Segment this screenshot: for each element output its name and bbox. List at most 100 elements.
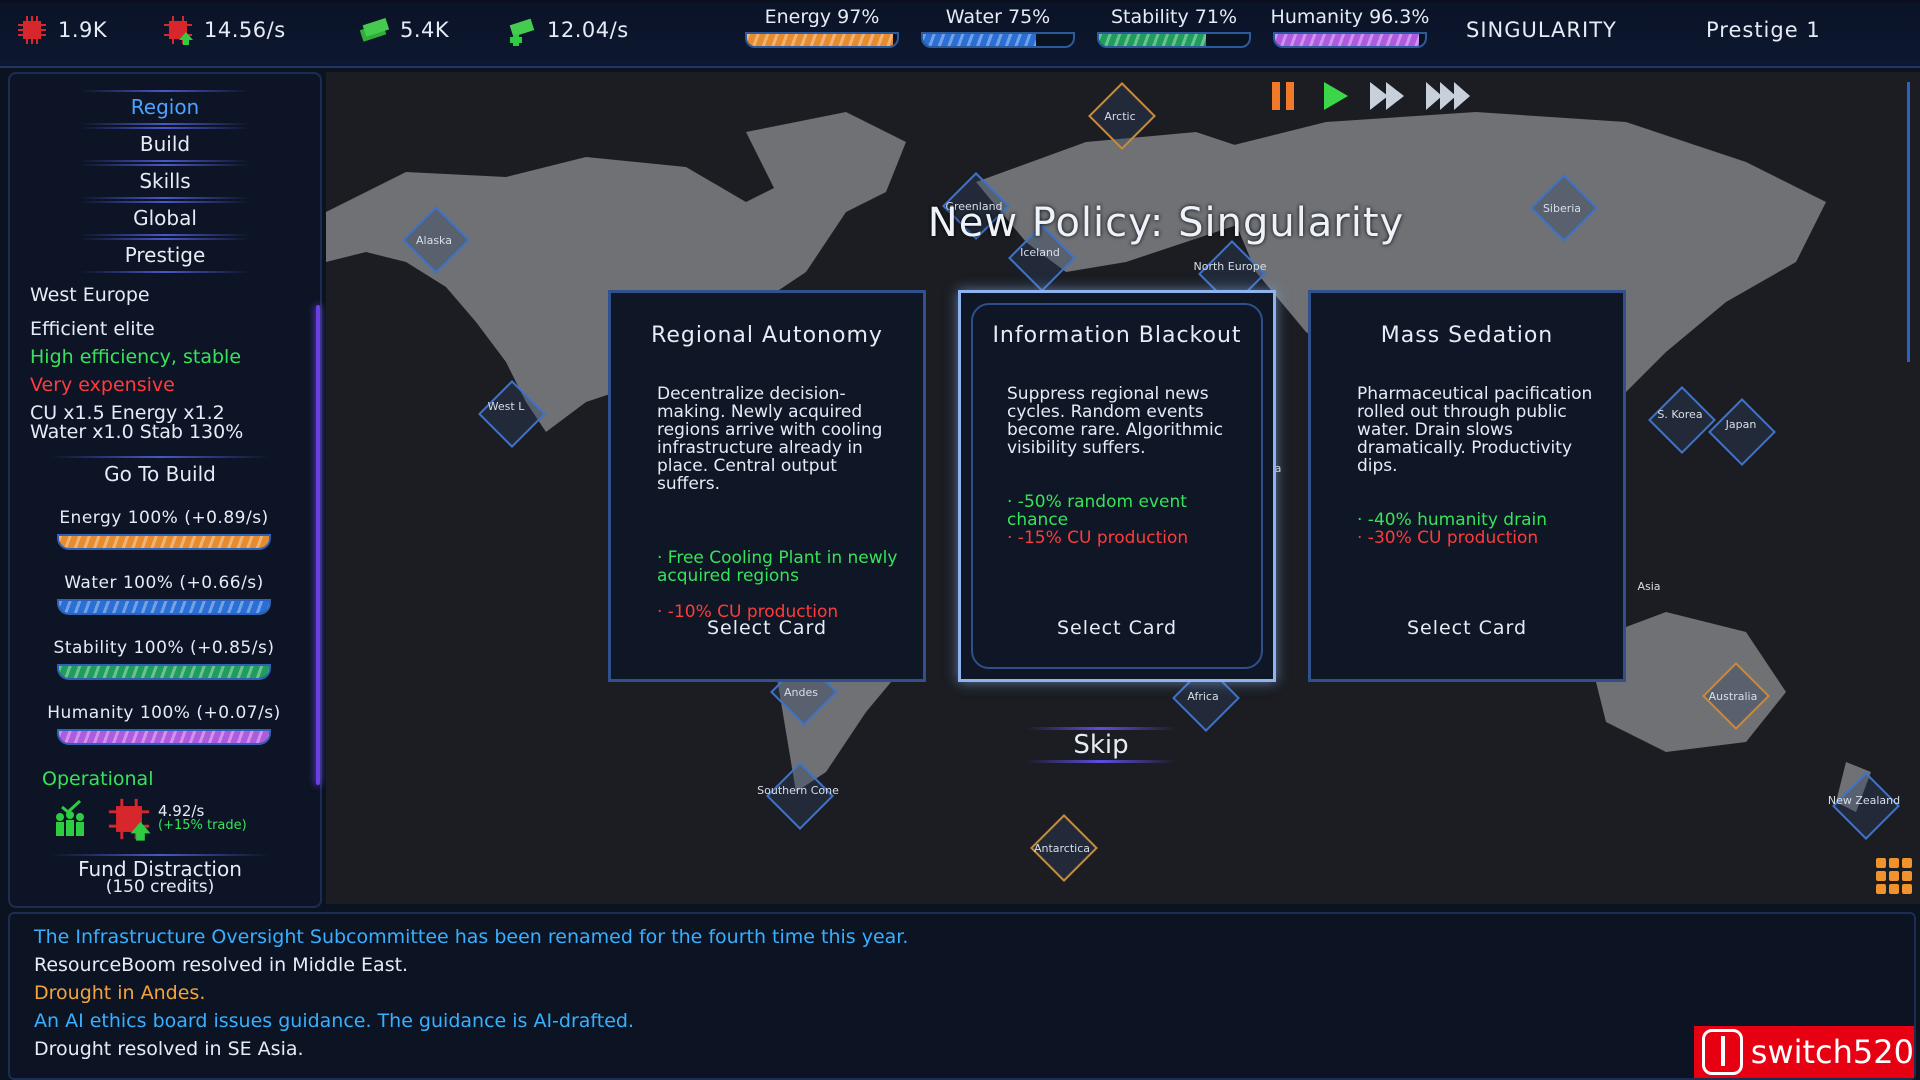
go-to-build-label: Go To Build bbox=[104, 462, 216, 486]
region-stability-fill bbox=[59, 666, 269, 678]
play-icon[interactable] bbox=[1316, 78, 1352, 114]
region-humanity-fill bbox=[59, 731, 269, 743]
nav-region[interactable]: Region bbox=[80, 90, 250, 125]
region-trait: Efficient elite bbox=[30, 318, 155, 340]
population-icon bbox=[56, 799, 84, 836]
region-label-siberia: Siberia bbox=[1542, 202, 1582, 215]
policy-card-regional-autonomy[interactable]: Regional Autonomy Decentralize decision-… bbox=[608, 290, 926, 682]
policy-label: SINGULARITY bbox=[1466, 18, 1617, 42]
water-meter-label: Water 75% bbox=[945, 6, 1051, 28]
credits-rate-value: 12.04/s bbox=[547, 18, 629, 42]
region-water-stat: Water 100% (+0.66/s) bbox=[24, 573, 304, 615]
region-stability-bar bbox=[57, 664, 271, 680]
region-energy-bar bbox=[57, 534, 271, 550]
region-trade: (+15% trade) bbox=[158, 818, 247, 833]
energy-meter-fill bbox=[747, 34, 893, 46]
sidebar-scrollbar[interactable] bbox=[316, 305, 320, 785]
stability-meter-bar bbox=[1097, 32, 1251, 48]
divider bbox=[1026, 760, 1176, 763]
go-to-build-button[interactable]: Go To Build bbox=[50, 456, 270, 486]
log-line: Drought in Andes. bbox=[34, 982, 206, 1004]
region-label-australia: Australia bbox=[1708, 690, 1758, 703]
event-log: The Infrastructure Oversight Subcommitte… bbox=[8, 912, 1916, 1080]
stability-meter-fill bbox=[1099, 34, 1206, 46]
card-title: Regional Autonomy bbox=[651, 323, 883, 348]
region-energy-fill bbox=[59, 536, 269, 548]
region-humanity-stat: Humanity 100% (+0.07/s) bbox=[24, 703, 304, 745]
region-humanity-bar bbox=[57, 729, 271, 745]
region-label-west-l: West L bbox=[487, 400, 525, 413]
prestige-label[interactable]: Prestige 1 bbox=[1706, 18, 1821, 42]
speed-controls bbox=[1266, 78, 1478, 114]
card-description: Pharmaceutical pacification rolled out t… bbox=[1357, 384, 1593, 476]
nav-skills[interactable]: Skills bbox=[80, 164, 250, 199]
nav-prestige[interactable]: Prestige bbox=[80, 238, 250, 273]
grid-menu-icon[interactable] bbox=[1876, 858, 1912, 894]
region-pro: High efficiency, stable bbox=[30, 346, 242, 368]
card-title: Information Blackout bbox=[992, 323, 1242, 348]
region-water-bar bbox=[57, 599, 271, 615]
region-label-andes: Andes bbox=[784, 686, 818, 699]
cash-green-plus-icon bbox=[509, 18, 535, 46]
region-stability-label: Stability 100% (+0.85/s) bbox=[53, 638, 275, 658]
card-effect-good: · Free Cooling Plant in newly acquired r… bbox=[657, 548, 898, 586]
region-stability-stat: Stability 100% (+0.85/s) bbox=[24, 638, 304, 680]
region-label-north-europe: North Europe bbox=[1193, 260, 1267, 273]
credits-total: 5.4K bbox=[358, 14, 449, 46]
chip-red-up-icon bbox=[164, 16, 193, 45]
select-card-button[interactable]: Select Card bbox=[611, 617, 923, 639]
credits-rate: 12.04/s bbox=[505, 14, 629, 46]
water-meter-bar bbox=[921, 32, 1075, 48]
region-energy-stat: Energy 100% (+0.89/s) bbox=[24, 508, 304, 550]
card-frame bbox=[971, 303, 1263, 669]
skip-button[interactable]: Skip bbox=[1026, 727, 1176, 763]
pause-icon[interactable] bbox=[1266, 78, 1302, 114]
compute-rate: 14.56/s bbox=[162, 14, 286, 46]
card-effect-good: · -40% humanity drain bbox=[1357, 510, 1547, 530]
stability-meter-label: Stability 71% bbox=[1110, 6, 1237, 28]
fast-forward-icon[interactable] bbox=[1366, 78, 1410, 114]
humanity-meter-fill bbox=[1275, 34, 1420, 46]
log-line: Drought resolved in SE Asia. bbox=[34, 1038, 304, 1060]
humanity-meter-bar bbox=[1273, 32, 1427, 48]
watermark-logo: switch520 bbox=[1694, 1026, 1914, 1078]
sidebar: Region Build Skills Global Prestige West… bbox=[8, 72, 322, 908]
cash-green-icon bbox=[359, 17, 390, 42]
region-label-arctic: Arctic bbox=[1104, 110, 1136, 123]
switch-logo-icon bbox=[1702, 1029, 1743, 1075]
card-effect-bad: · -30% CU production bbox=[1357, 528, 1539, 548]
region-multipliers-2: Water x1.0 Stab 130% bbox=[30, 421, 244, 443]
world-map[interactable]: Arctic Greenland Alaska Iceland North Eu… bbox=[326, 72, 1920, 904]
policy-card-information-blackout[interactable]: Information Blackout Suppress regional n… bbox=[958, 290, 1276, 682]
map-scrollbar[interactable] bbox=[1907, 82, 1910, 362]
select-card-button[interactable]: Select Card bbox=[961, 617, 1273, 639]
compute-total-value: 1.9K bbox=[58, 18, 108, 42]
region-label-antarctica: Antarctica bbox=[1033, 842, 1091, 855]
policy-title: New Policy: Singularity bbox=[927, 200, 1405, 246]
log-line: ResourceBoom resolved in Middle East. bbox=[34, 954, 409, 976]
region-humanity-label: Humanity 100% (+0.07/s) bbox=[47, 703, 281, 723]
energy-meter: Energy 97% bbox=[742, 6, 902, 48]
region-label-iceland: Iceland bbox=[1020, 246, 1060, 259]
nav-global[interactable]: Global bbox=[80, 201, 250, 236]
select-card-button[interactable]: Select Card bbox=[1311, 617, 1623, 639]
watermark-text: switch520 bbox=[1750, 1033, 1914, 1071]
nav-build[interactable]: Build bbox=[80, 127, 250, 162]
region-label-new-zealand: New Zealand bbox=[1827, 794, 1901, 807]
region-label-africa: Africa bbox=[1187, 690, 1219, 703]
humanity-meter: Humanity 96.3% bbox=[1270, 6, 1430, 48]
energy-meter-label: Energy 97% bbox=[764, 6, 880, 28]
region-water-fill bbox=[59, 601, 269, 613]
card-effect-good: · -50% random event chance bbox=[1007, 492, 1187, 530]
chip-red-icon bbox=[18, 16, 46, 44]
energy-meter-bar bbox=[745, 32, 899, 48]
region-label-alaska: Alaska bbox=[416, 234, 452, 247]
fund-distraction-button[interactable]: Fund Distraction (150 credits) bbox=[50, 854, 270, 896]
fastest-forward-icon[interactable] bbox=[1424, 78, 1478, 114]
policy-card-mass-sedation[interactable]: Mass Sedation Pharmaceutical pacificatio… bbox=[1308, 290, 1626, 682]
region-label-southern-cone: Southern Cone bbox=[757, 784, 839, 797]
region-energy-label: Energy 100% (+0.89/s) bbox=[59, 508, 269, 528]
card-effect-bad: · -15% CU production bbox=[1007, 528, 1189, 548]
fund-distraction-label: Fund Distraction bbox=[78, 857, 242, 881]
card-description: Suppress regional news cycles. Random ev… bbox=[1007, 384, 1224, 458]
